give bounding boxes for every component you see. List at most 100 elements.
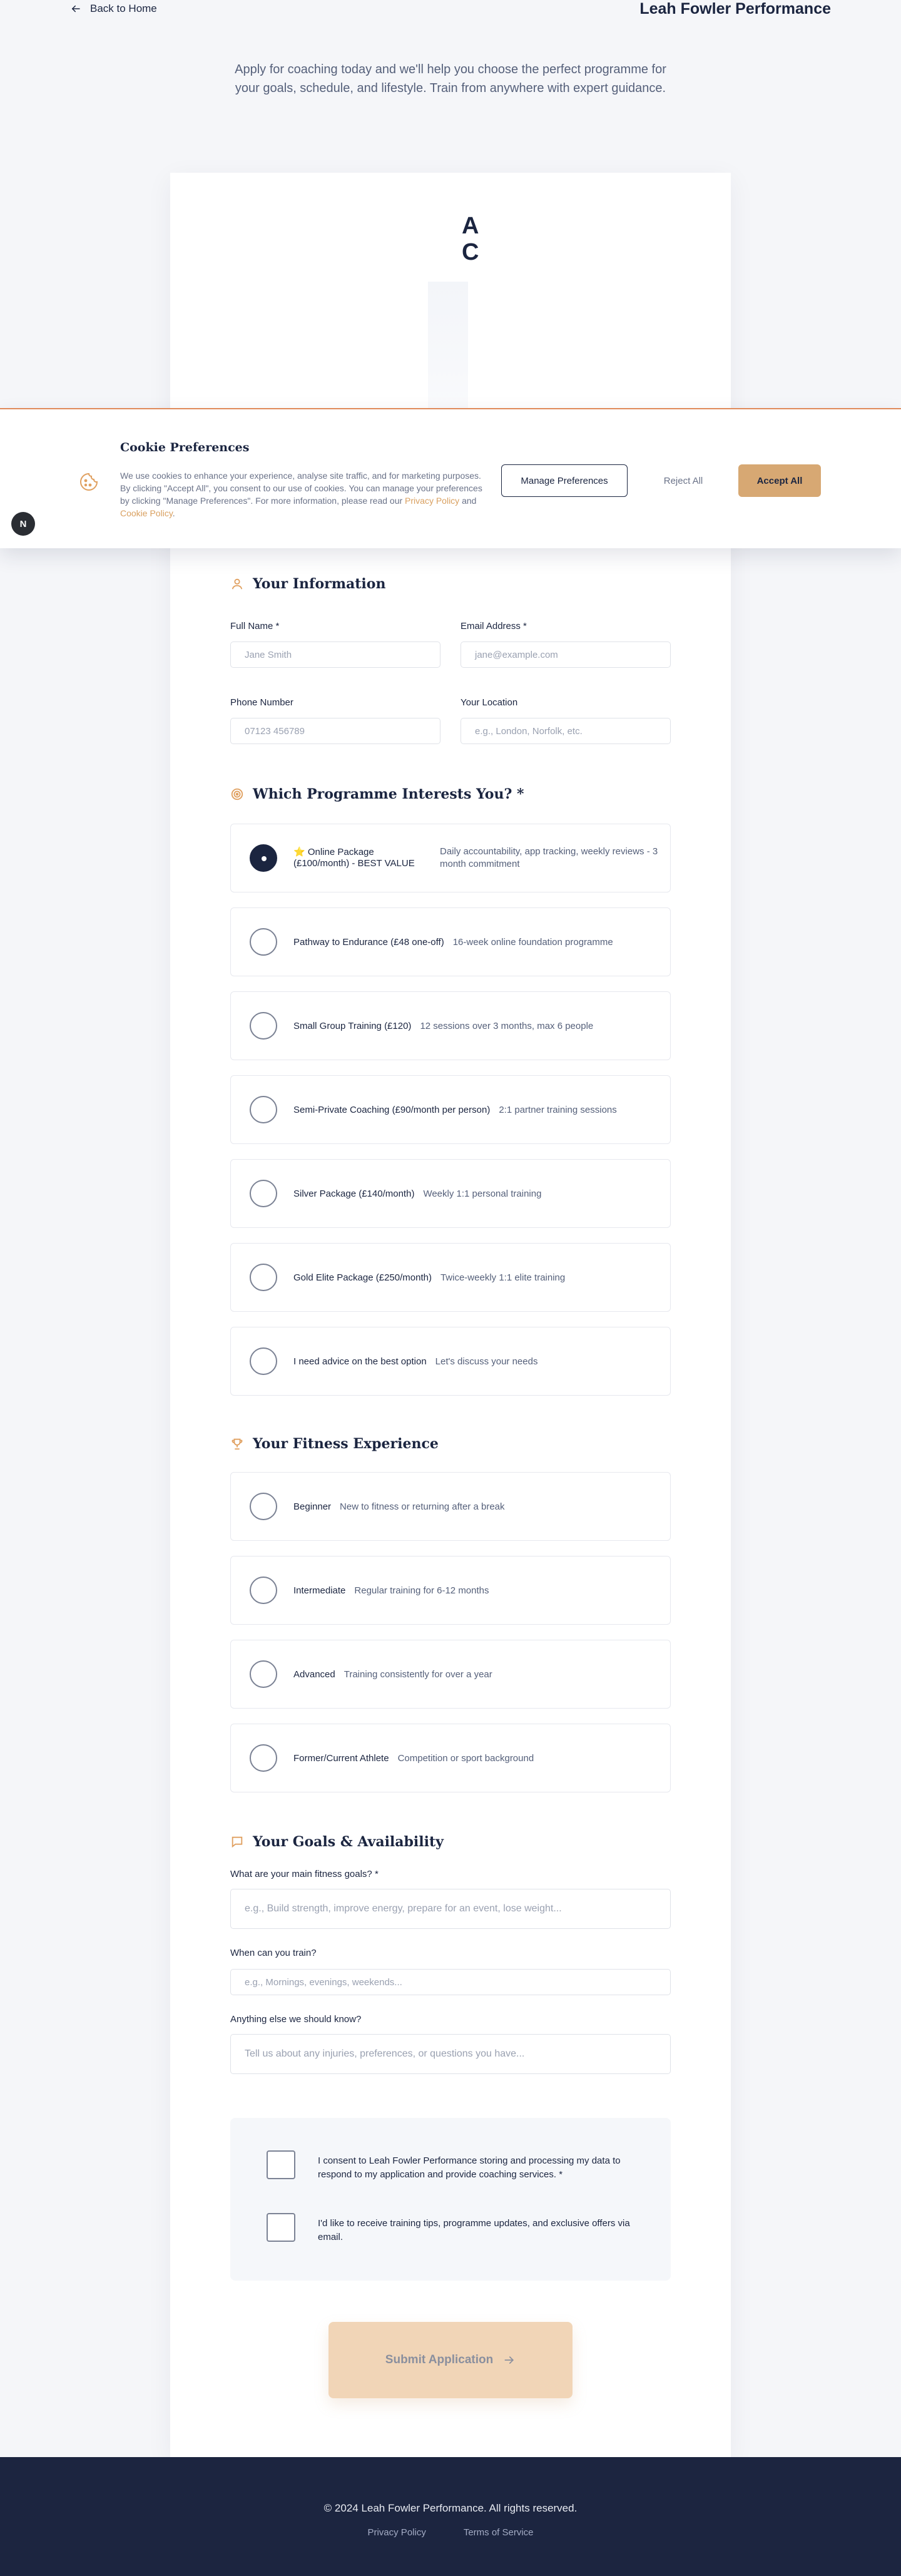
reject-all-button[interactable]: Reject All <box>644 464 722 497</box>
trophy-icon <box>232 1438 243 1450</box>
option-description: 2:1 partner training sessions <box>499 1104 617 1115</box>
footer-links: Privacy Policy Terms of Service <box>0 2527 901 2538</box>
section-programme-interest: Which Programme Interests You? * <box>230 786 524 802</box>
option-description: 16-week online foundation programme <box>452 936 613 948</box>
radio-button[interactable] <box>250 1493 277 1520</box>
section-your-information: Your Information <box>230 576 385 592</box>
back-to-home-link[interactable]: Back to Home <box>70 3 157 15</box>
anything-else-label: Anything else we should know? <box>230 2014 362 2025</box>
radio-button[interactable] <box>250 1744 277 1772</box>
target-icon <box>231 788 243 800</box>
radio-button[interactable] <box>250 1264 277 1291</box>
data-consent-text: I consent to Leah Fowler Performance sto… <box>318 2155 621 2180</box>
option-label: Advanced <box>293 1669 335 1680</box>
marketing-consent-checkbox[interactable] <box>267 2213 295 2242</box>
location-input[interactable]: e.g., London, Norfolk, etc. <box>461 718 671 744</box>
option-description: 12 sessions over 3 months, max 6 people <box>420 1020 594 1031</box>
footer-copyright: © 2024 Leah Fowler Performance. All righ… <box>323 2502 578 2514</box>
footer-terms-link[interactable]: Terms of Service <box>464 2527 534 2538</box>
experience-option-advanced[interactable]: Advanced Training consistently for over a… <box>230 1640 671 1709</box>
email-label: Email Address * <box>461 621 527 631</box>
experience-option-beginner[interactable]: Beginner New to fitness or returning afte… <box>230 1472 671 1541</box>
option-label: Beginner <box>293 1501 332 1512</box>
option-description: Daily accountability, app tracking, week… <box>440 846 658 869</box>
train-time-input[interactable]: e.g., Mornings, evenings, weekends... <box>230 1969 671 1995</box>
programme-option-small-group-training[interactable]: Small Group Training (£120) 12 sessions o… <box>230 991 671 1060</box>
site-footer: © 2024 Leah Fowler Performance. All righ… <box>0 2457 901 2576</box>
location-label: Your Location <box>461 697 518 708</box>
email-input[interactable]: jane@example.com <box>461 641 671 668</box>
arrow-right-icon <box>504 2356 514 2364</box>
brand-logo-text[interactable]: Leah Fowler Performance <box>639 0 831 18</box>
experience-option-intermediate[interactable]: Intermediate Regular training for 6-12 mo… <box>230 1556 671 1625</box>
goals-label: What are your main fitness goals? * <box>230 1869 379 1879</box>
radio-button[interactable] <box>250 1180 277 1207</box>
consent-section: I consent to Leah Fowler Performance sto… <box>230 2118 671 2281</box>
option-description: Training consistently for over a year <box>344 1669 492 1680</box>
programme-option-semi-private-coaching[interactable]: Semi-Private Coaching (£90/month per per… <box>230 1075 671 1144</box>
goals-textarea[interactable]: e.g., Build strength, improve energy, pr… <box>230 1889 671 1929</box>
radio-button[interactable] <box>250 928 277 956</box>
arrow-left-icon <box>71 5 80 13</box>
footer-privacy-link[interactable]: Privacy Policy <box>367 2527 425 2538</box>
cookie-title: Cookie Preferences <box>120 441 250 454</box>
radio-button[interactable] <box>250 1347 277 1375</box>
accept-all-button[interactable]: Accept All <box>738 464 821 497</box>
cookie-icon <box>80 473 98 491</box>
programme-option-silver-package[interactable]: Silver Package (£140/month) Weekly 1:1 pe… <box>230 1159 671 1228</box>
card-heading: A C <box>462 213 479 265</box>
back-to-home-label: Back to Home <box>90 3 157 14</box>
section-title-text: Which Programme Interests You? * <box>253 786 524 802</box>
section-goals-availability: Your Goals & Availability <box>230 1834 444 1850</box>
option-label: Silver Package (£140/month) <box>293 1188 415 1199</box>
card-placeholder-block <box>428 282 468 409</box>
cookie-description: We use cookies to enhance your experienc… <box>120 471 482 518</box>
top-bar: Back to Home Leah Fowler Performance <box>0 0 901 23</box>
privacy-policy-link[interactable]: Privacy Policy <box>405 496 459 506</box>
programme-option-gold-elite-package[interactable]: Gold Elite Package (£250/month) Twice-wee… <box>230 1243 671 1312</box>
cookie-policy-link[interactable]: Cookie Policy <box>120 508 173 518</box>
page-intro: Apply for coaching today and we'll help … <box>235 63 666 95</box>
radio-button[interactable] <box>250 1660 277 1688</box>
section-title-text: Your Information <box>253 576 386 592</box>
option-label: I need advice on the best option <box>293 1356 427 1367</box>
floating-action-button[interactable]: N <box>11 512 35 536</box>
user-icon <box>232 578 243 590</box>
option-label: Former/Current Athlete <box>293 1752 389 1764</box>
submit-label: Submit Application <box>385 2353 494 2366</box>
section-fitness-experience: Your Fitness Experience <box>230 1436 439 1452</box>
data-consent-checkbox[interactable] <box>267 2150 295 2179</box>
radio-button[interactable] <box>250 1012 277 1040</box>
message-icon <box>232 1836 243 1848</box>
experience-option-athlete[interactable]: Former/Current Athlete Competition or spo… <box>230 1724 671 1792</box>
option-label: Semi-Private Coaching (£90/month per per… <box>293 1104 491 1115</box>
marketing-consent-text: I'd like to receive training tips, progr… <box>318 2218 630 2242</box>
option-description: Regular training for 6-12 months <box>354 1585 489 1596</box>
option-description: Competition or sport background <box>397 1752 534 1764</box>
radio-button[interactable] <box>250 1096 277 1123</box>
programme-option-pathway-to-endurance[interactable]: Pathway to Endurance (£48 one-off) 16-wee… <box>230 907 671 976</box>
phone-label: Phone Number <box>230 697 293 708</box>
radio-selected[interactable] <box>250 844 277 872</box>
anything-else-textarea[interactable]: Tell us about any injuries, preferences,… <box>230 2034 671 2074</box>
option-description: Let's discuss your needs <box>435 1356 538 1367</box>
programme-option-need-advice[interactable]: I need advice on the best option Let's di… <box>230 1327 671 1396</box>
option-label: Intermediate <box>293 1585 346 1596</box>
programme-option-online-package[interactable]: ⭐ Online Package (£100/month) - BEST VAL… <box>230 824 671 892</box>
full-name-input[interactable]: Jane Smith <box>230 641 440 668</box>
manage-preferences-button[interactable]: Manage Preferences <box>501 464 628 497</box>
phone-input[interactable]: 07123 456789 <box>230 718 440 744</box>
option-description: New to fitness or returning after a brea… <box>340 1501 505 1512</box>
option-description: Weekly 1:1 personal training <box>423 1188 542 1199</box>
option-label: Small Group Training (£120) <box>293 1020 412 1031</box>
option-description: Twice-weekly 1:1 elite training <box>440 1272 566 1283</box>
section-title-text: Your Fitness Experience <box>253 1436 439 1452</box>
cookie-banner: Cookie Preferences We use cookies to enh… <box>0 408 901 548</box>
option-label: ⭐ Online Package (£100/month) - BEST VAL… <box>293 847 415 869</box>
submit-application-button[interactable]: Submit Application <box>328 2322 573 2398</box>
option-label: Gold Elite Package (£250/month) <box>293 1272 432 1283</box>
radio-button[interactable] <box>250 1577 277 1604</box>
train-time-label: When can you train? <box>230 1948 317 1958</box>
option-label: Pathway to Endurance (£48 one-off) <box>293 936 444 948</box>
full-name-label: Full Name * <box>230 621 280 631</box>
